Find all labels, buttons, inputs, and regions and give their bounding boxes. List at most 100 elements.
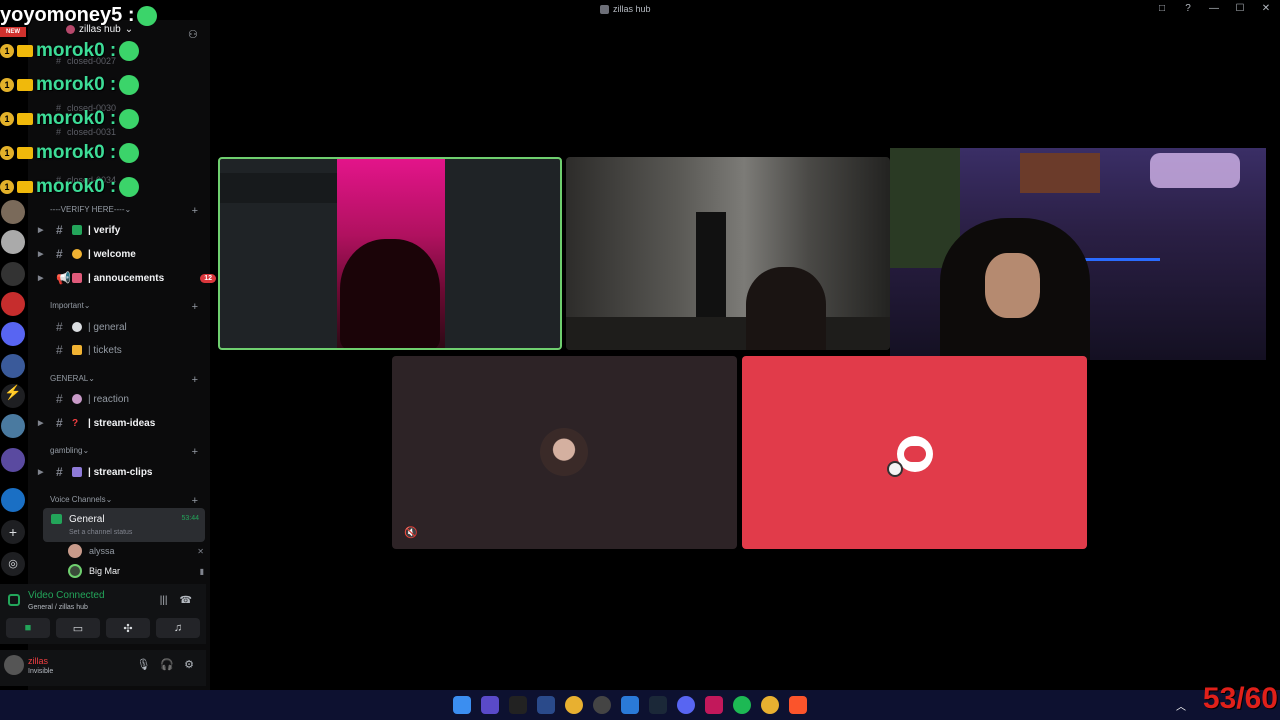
chat-username: morok0 :: [36, 176, 117, 197]
maximize-button[interactable]: ☐: [1234, 3, 1246, 14]
disconnect-icon[interactable]: ☎: [180, 595, 192, 606]
crown-icon: [17, 45, 33, 57]
chrome-icon[interactable]: [565, 696, 583, 714]
channel-stream-clips[interactable]: ▶ # | stream-clips: [38, 465, 216, 479]
server-avatar[interactable]: [1, 322, 25, 346]
category-voice[interactable]: Voice Channels ⌄ +: [50, 495, 198, 507]
minimize-button[interactable]: —: [1208, 3, 1220, 14]
video-tile-speaking[interactable]: [218, 157, 562, 350]
channel-status[interactable]: Set a channel status: [69, 529, 132, 536]
user-panel: zillas Invisible 🎙 🎧 ⚙: [0, 650, 206, 686]
discord-icon[interactable]: [677, 696, 695, 714]
chat-message: 1 morok0 :: [0, 108, 140, 130]
chat-username: morok0 :: [36, 40, 117, 61]
emote-icon: [137, 5, 158, 26]
bolt-server-icon[interactable]: ⚡: [1, 384, 25, 408]
mention-badge: 12: [200, 273, 216, 283]
gear-icon[interactable]: ⚙: [184, 658, 194, 671]
channel-welcome[interactable]: ▶ # | welcome: [38, 247, 216, 261]
window-controls: □ ? — ☐ ✕: [1156, 3, 1272, 14]
avatar: [68, 544, 82, 558]
chat-message: 1 morok0 :: [0, 40, 140, 62]
video-tile[interactable]: [566, 157, 890, 350]
voice-channel-general[interactable]: General Set a channel status 53:44: [43, 508, 205, 542]
channel-tickets[interactable]: # | tickets: [56, 343, 216, 357]
app-icon[interactable]: [705, 696, 723, 714]
voice-connection-panel: Video Connected General / zillas hub |||…: [0, 584, 206, 644]
signal-icon[interactable]: [8, 594, 20, 606]
connection-status[interactable]: Video Connected: [28, 590, 105, 601]
activities-button[interactable]: ✣: [106, 618, 150, 638]
add-channel-icon[interactable]: +: [192, 205, 198, 217]
add-channel-icon[interactable]: +: [192, 446, 198, 458]
add-member-icon[interactable]: ⚇: [188, 28, 198, 41]
webcam-overlay: [890, 148, 1266, 360]
chat-username: morok0 :: [36, 142, 117, 163]
start-icon[interactable]: [453, 696, 471, 714]
server-avatar[interactable]: [1, 448, 25, 472]
crown-icon: [17, 113, 33, 125]
help-icon[interactable]: ?: [1182, 3, 1194, 14]
server-avatar[interactable]: [1, 262, 25, 286]
tray-chevron-icon[interactable]: ︿: [1176, 698, 1186, 713]
channel-general[interactable]: # | general: [56, 320, 216, 334]
voice-member[interactable]: Big Mar ▮: [68, 564, 204, 578]
server-avatar[interactable]: [1, 292, 25, 316]
sub-badge: 1: [0, 146, 14, 160]
activities-icon: ✣: [123, 622, 133, 635]
new-tag: NEW: [0, 27, 26, 37]
stream-chat-overlay: yoyomoney5 : NEW 1 morok0 : 1 morok0 : 1…: [0, 0, 170, 200]
server-avatar[interactable]: [1, 414, 25, 438]
category-general[interactable]: GENERAL ⌄ +: [50, 374, 198, 386]
noise-suppression-icon[interactable]: |||: [160, 595, 168, 606]
add-server-icon[interactable]: +: [1, 520, 25, 544]
app-icon[interactable]: [509, 696, 527, 714]
chat-message: 1 morok0 :: [0, 142, 140, 164]
app-icon[interactable]: [481, 696, 499, 714]
app-icon[interactable]: [593, 696, 611, 714]
spotify-icon[interactable]: [733, 696, 751, 714]
chrome-icon[interactable]: [761, 696, 779, 714]
fps-counter: 53/60: [1202, 682, 1278, 715]
screen-share-button[interactable]: ▭: [56, 618, 100, 638]
voice-tile-big-mar[interactable]: [742, 356, 1087, 549]
app-icon[interactable]: [537, 696, 555, 714]
camera-icon: ▮: [199, 566, 204, 576]
channel-annoucements[interactable]: ▶ 📢 | annoucements 12: [38, 271, 216, 285]
steam-icon[interactable]: [649, 696, 667, 714]
category-gambling[interactable]: gambling ⌄ +: [50, 446, 198, 458]
question-icon: ?: [72, 418, 79, 429]
channel-reaction[interactable]: # | reaction: [56, 392, 216, 406]
channel-stream-ideas[interactable]: ▶ #? | stream-ideas: [38, 416, 216, 430]
avatar[interactable]: [4, 655, 24, 675]
close-button[interactable]: ✕: [1260, 3, 1272, 14]
inbox-icon[interactable]: □: [1156, 3, 1168, 14]
voice-member[interactable]: alyssa ✕: [68, 544, 204, 558]
server-avatar[interactable]: [1, 488, 25, 512]
channel-verify[interactable]: ▶ # | verify: [38, 223, 216, 237]
window-title-text: zillas hub: [613, 4, 651, 14]
soundboard-button[interactable]: ♫: [156, 618, 200, 638]
category-verify[interactable]: ----VERIFY HERE---- ⌄ +: [50, 205, 198, 217]
add-channel-icon[interactable]: +: [192, 495, 198, 507]
muted-icon: ✕: [197, 546, 204, 556]
microphone-icon[interactable]: 🎙: [136, 658, 150, 671]
username[interactable]: zillas: [28, 656, 48, 666]
add-channel-icon[interactable]: +: [192, 301, 198, 313]
connection-channel[interactable]: General / zillas hub: [28, 604, 88, 611]
server-avatar[interactable]: [1, 230, 25, 254]
speaker-icon: [51, 514, 62, 524]
server-avatar[interactable]: [1, 200, 25, 224]
voice-tile-alyssa[interactable]: 🔇: [392, 356, 737, 549]
camera-button[interactable]: ■: [6, 618, 50, 638]
server-avatar[interactable]: [1, 354, 25, 378]
sub-badge: 1: [0, 44, 14, 58]
discover-icon[interactable]: ◎: [1, 552, 25, 576]
screen-share-icon: ▭: [72, 622, 84, 635]
brave-icon[interactable]: [789, 696, 807, 714]
muted-icon: 🔇: [404, 527, 418, 539]
category-important[interactable]: Important ⌄ +: [50, 301, 198, 313]
add-channel-icon[interactable]: +: [192, 374, 198, 386]
headphones-icon[interactable]: 🎧: [160, 658, 174, 671]
vscode-icon[interactable]: [621, 696, 639, 714]
